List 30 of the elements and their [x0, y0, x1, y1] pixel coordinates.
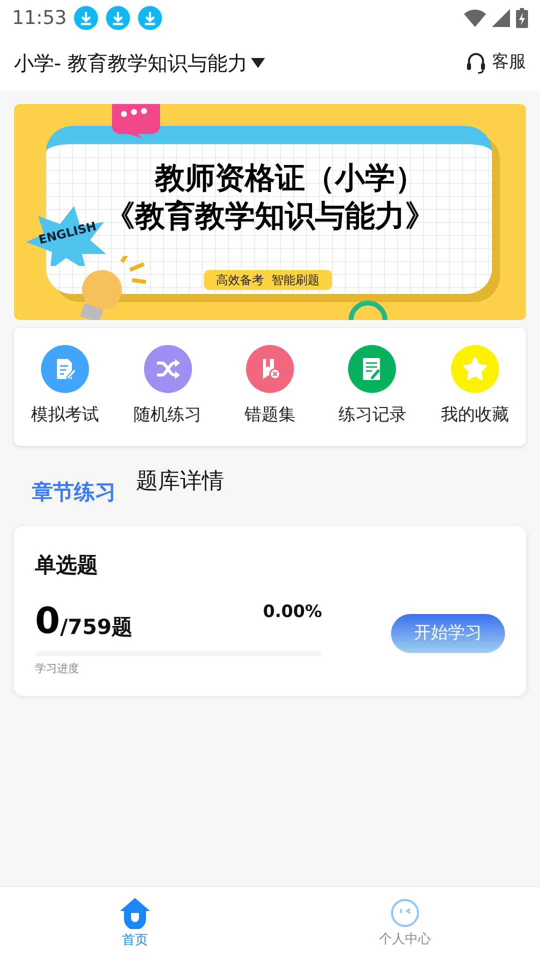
signal-icon — [492, 9, 510, 27]
headset-icon — [466, 52, 486, 74]
banner-tagline: 高效备考 智能刷题 — [204, 270, 332, 290]
banner-title: 教师资格证（小学） — [154, 160, 425, 198]
shortcut-item[interactable]: 随机练习 — [120, 345, 216, 428]
banner-subtitle: 《教育教学知识与能力》 — [105, 198, 435, 236]
card-title: 单选题 — [35, 552, 99, 579]
course-selector[interactable]: 小学- 教育教学知识与能力 — [14, 48, 266, 78]
section-tab[interactable]: 章节练习 — [32, 476, 116, 508]
shortcut-item[interactable]: 模拟考试 — [17, 345, 114, 428]
house-icon — [118, 896, 152, 929]
dropdown-icon — [250, 57, 266, 69]
shortcut-item[interactable]: 练习记录 — [324, 345, 420, 428]
answered-count: 0 — [35, 603, 60, 641]
wifi-icon — [464, 9, 486, 27]
battery-icon — [516, 8, 528, 28]
smiley-icon — [390, 898, 420, 928]
progress-label: 学习进度 — [35, 661, 80, 677]
download-icon — [72, 5, 99, 31]
total-count: /759题 — [60, 614, 133, 641]
status-time: 11:53 — [12, 6, 67, 31]
section-tab[interactable]: 题库详情 — [136, 465, 224, 498]
nav-tab[interactable]: 首页 — [0, 887, 270, 960]
download-icon — [136, 5, 163, 31]
customer-service-button[interactable]: 客服 — [466, 50, 526, 76]
progress-percent: 0.00% — [263, 600, 322, 624]
shortcut-item[interactable]: 错题集 — [222, 345, 318, 428]
download-icon — [104, 5, 131, 31]
shortcut-item[interactable]: 我的收藏 — [426, 345, 523, 428]
nav-tab[interactable]: 个人中心 — [270, 887, 540, 960]
